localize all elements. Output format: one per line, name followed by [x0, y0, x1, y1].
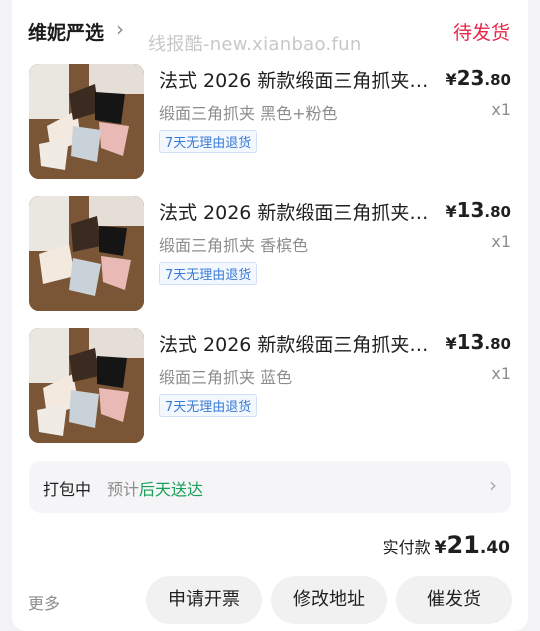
payment-decimal: .40	[479, 538, 510, 558]
edit-address-button[interactable]: 修改地址	[271, 576, 387, 624]
logistics-status: 打包中	[43, 480, 92, 499]
product-price: ¥13.80	[445, 330, 511, 354]
return-policy-tag: 7天无理由退货	[159, 394, 258, 417]
payment-integer: 21	[446, 531, 480, 559]
delivery-estimate-prefix: 预计	[107, 480, 140, 499]
product-quantity: x1	[491, 100, 511, 119]
product-price: ¥13.80	[445, 198, 511, 222]
product-title[interactable]: 法式 2026 新款缎面三角抓夹…	[159, 198, 431, 225]
price-decimal: .80	[484, 71, 511, 89]
more-button[interactable]: 更多	[28, 590, 60, 614]
price-symbol: ¥	[445, 70, 457, 89]
product-spec: 缎面三角抓夹 蓝色	[159, 368, 293, 387]
payment-total: 实付款 ¥21.40	[383, 531, 510, 559]
product-spec: 缎面三角抓夹 黑色+粉色	[159, 104, 338, 123]
watermark: 线报酷-new.xianbao.fun	[148, 34, 362, 55]
product-quantity: x1	[491, 364, 511, 383]
product-thumbnail[interactable]	[29, 196, 144, 311]
order-item[interactable]: 法式 2026 新款缎面三角抓夹… ¥13.80 缎面三角抓夹 蓝色 x1 7天…	[29, 328, 511, 444]
chevron-right-icon[interactable]: ›	[116, 17, 124, 41]
product-thumbnail[interactable]	[29, 64, 144, 179]
price-integer: 13	[456, 198, 485, 222]
order-card: 维妮严选 › 线报酷-new.xianbao.fun 待发货 法式 2026 新…	[12, 0, 528, 631]
return-policy-tag: 7天无理由退货	[159, 130, 258, 153]
product-title[interactable]: 法式 2026 新款缎面三角抓夹…	[159, 330, 431, 357]
price-integer: 23	[456, 66, 485, 90]
order-item[interactable]: 法式 2026 新款缎面三角抓夹… ¥23.80 缎面三角抓夹 黑色+粉色 x1…	[29, 64, 511, 180]
product-title[interactable]: 法式 2026 新款缎面三角抓夹…	[159, 66, 431, 93]
price-decimal: .80	[484, 203, 511, 221]
logistics-bar[interactable]: 打包中 预计后天送达 ›	[29, 461, 511, 513]
product-spec: 缎面三角抓夹 香槟色	[159, 236, 309, 255]
order-status: 待发货	[452, 22, 510, 44]
invoice-button[interactable]: 申请开票	[146, 576, 262, 624]
price-symbol: ¥	[445, 202, 457, 221]
urge-shipping-button[interactable]: 催发货	[396, 576, 512, 624]
product-quantity: x1	[491, 232, 511, 251]
price-symbol: ¥	[445, 334, 457, 353]
payment-symbol: ¥	[434, 538, 447, 558]
price-integer: 13	[456, 330, 485, 354]
order-header: 维妮严选 › 线报酷-new.xianbao.fun 待发货	[28, 14, 512, 55]
chevron-right-icon[interactable]: ›	[489, 473, 497, 497]
shop-name[interactable]: 维妮严选	[28, 18, 104, 45]
product-thumbnail[interactable]	[29, 328, 144, 443]
price-decimal: .80	[484, 335, 511, 353]
payment-label: 实付款	[382, 538, 431, 557]
delivery-estimate-value: 后天送达	[139, 480, 204, 499]
order-item[interactable]: 法式 2026 新款缎面三角抓夹… ¥13.80 缎面三角抓夹 香槟色 x1 7…	[29, 196, 511, 312]
return-policy-tag: 7天无理由退货	[159, 262, 258, 285]
product-price: ¥23.80	[445, 66, 511, 90]
delivery-estimate: 预计后天送达	[107, 476, 203, 500]
